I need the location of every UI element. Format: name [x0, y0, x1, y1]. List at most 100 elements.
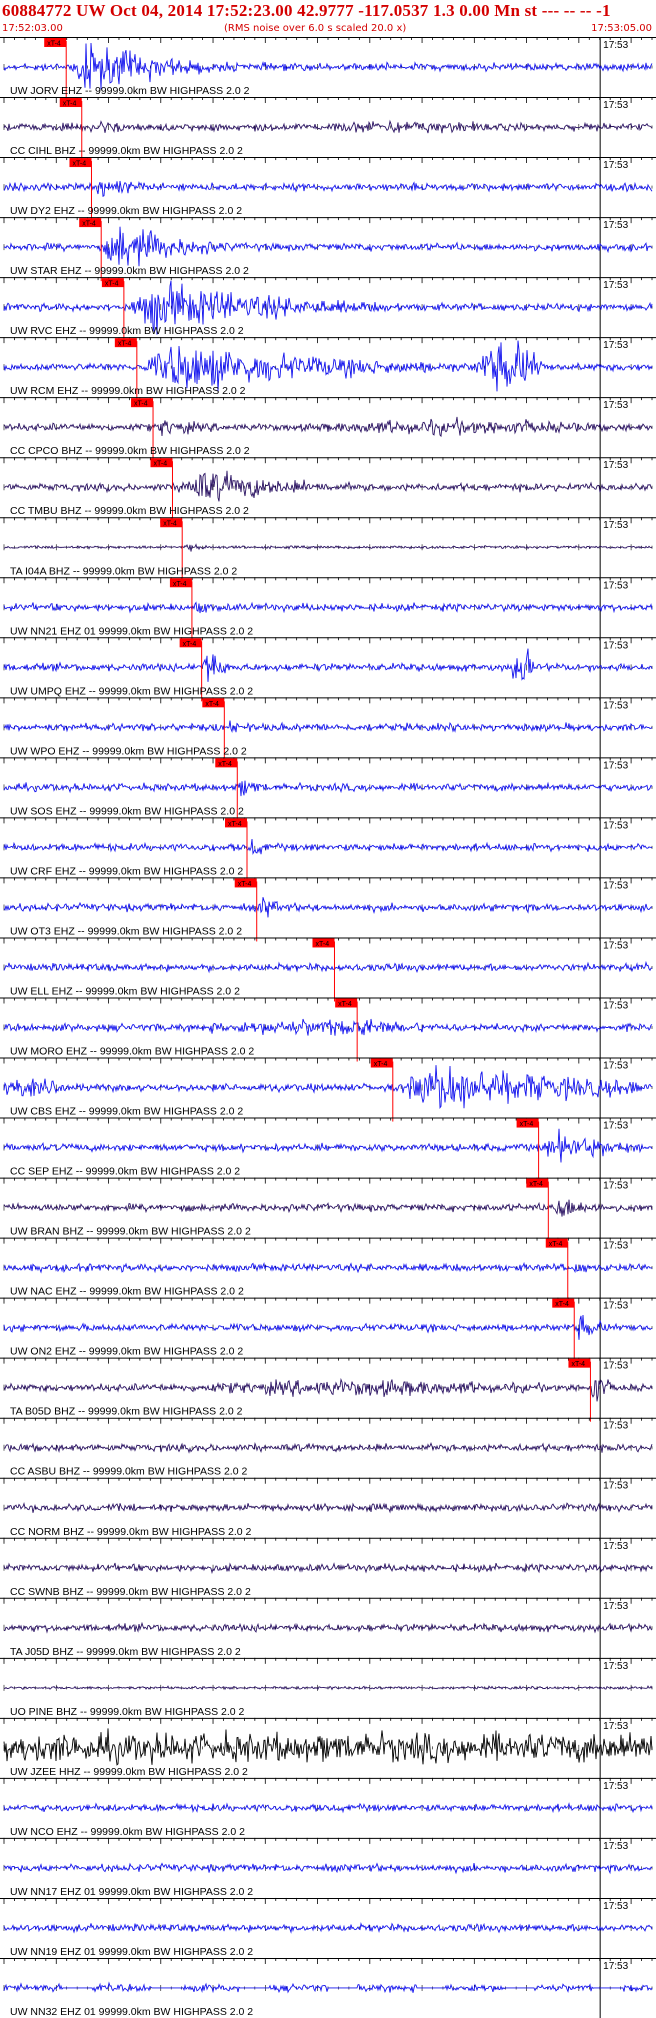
- minute-label: 17:53: [603, 100, 628, 111]
- station-label: UW OT3 EHZ -- 99999.0km BW HIGHPASS 2.0 …: [10, 925, 242, 937]
- minute-label: 17:53: [603, 940, 628, 951]
- trace-row: 17:53 xT-4 UW BRAN BHZ -- 99999.0km BW HIG…: [0, 1177, 656, 1242]
- station-label: UW NAC EHZ -- 99999.0km BW HIGHPASS 2.0 …: [10, 1286, 244, 1298]
- trace-row: 17:53 xT-4 UW MORO EHZ -- 99999.0km BW HIG…: [0, 997, 656, 1062]
- waveform: [3, 648, 653, 682]
- pick-label: xT-4: [315, 941, 329, 948]
- trace-row: 17:53 xT-4 TA B05D BHZ -- 99999.0km BW HIG…: [0, 1357, 656, 1422]
- pick-label: xT-4: [134, 401, 148, 408]
- pick-label: xT-4: [520, 1121, 534, 1128]
- pick-label: xT-4: [183, 641, 197, 648]
- minute-label: 17:53: [603, 1661, 628, 1672]
- trace-row: 17:53 xT-4 TA I04A BHZ -- 99999.0km BW HIG…: [0, 517, 656, 582]
- waveform: [3, 1377, 653, 1402]
- trace-row: 17:53 xT-4 UW OT3 EHZ -- 99999.0km BW HIGH…: [0, 877, 656, 942]
- trace-row: 17:53 xT-4 UW RVC EHZ -- 99999.0km BW HIGH…: [0, 277, 656, 342]
- minute-label: 17:53: [603, 1541, 628, 1552]
- start-time: 17:52:03.00: [2, 23, 63, 34]
- event-title: 60884772 UW Oct 04, 2014 17:52:23.00 42.…: [2, 1, 611, 20]
- station-label: CC SEP EHZ -- 99999.0km BW HIGHPASS 2.0 …: [10, 1166, 240, 1178]
- minute-label: 17:53: [603, 1781, 628, 1792]
- minute-label: 17:53: [603, 1721, 628, 1732]
- trace-row: 17:53 CC NORM BHZ -- 99999.0km BW HIGHPAS…: [0, 1477, 656, 1538]
- pick-label: xT-4: [205, 701, 219, 708]
- trace-row: 17:53 xT-4 UW RCM EHZ -- 99999.0km BW HIGH…: [0, 337, 656, 402]
- minute-label: 17:53: [603, 640, 628, 651]
- waveform: [3, 1802, 653, 1814]
- minute-label: 17:53: [603, 700, 628, 711]
- minute-label: 17:53: [603, 340, 628, 351]
- station-label: UW NN17 EHZ 01 99999.0km BW HIGHPASS 2.0…: [10, 1886, 253, 1898]
- pick-label: xT-4: [374, 1061, 388, 1068]
- station-label: UW MORO EHZ -- 99999.0km BW HIGHPASS 2.0…: [10, 1046, 254, 1058]
- pick-label: xT-4: [153, 461, 167, 468]
- station-label: UW SOS EHZ -- 99999.0km BW HIGHPASS 2.0 …: [10, 805, 244, 817]
- waveform: [3, 1981, 653, 1994]
- station-label: UW CRF EHZ -- 99999.0km BW HIGHPASS 2.0 …: [10, 865, 243, 877]
- station-label: UW RVC EHZ -- 99999.0km BW HIGHPASS 2.0 …: [10, 325, 244, 337]
- trace-row: 17:53 xT-4 CC CIHL BHZ -- 99999.0km BW HIG…: [0, 97, 656, 162]
- trace-row: 17:53 UW NCO EHZ -- 99999.0km BW HIGHPASS…: [0, 1777, 656, 1838]
- station-label: CC NORM BHZ -- 99999.0km BW HIGHPASS 2.0…: [10, 1526, 252, 1538]
- trace-row: 17:53 xT-4 UW CRF EHZ -- 99999.0km BW HIGH…: [0, 817, 656, 882]
- end-time: 17:53:05.00: [591, 23, 652, 34]
- waveform: [3, 897, 653, 918]
- station-label: UW BRAN BHZ -- 99999.0km BW HIGHPASS 2.0…: [10, 1226, 251, 1238]
- station-label: CC SWNB BHZ -- 99999.0km BW HIGHPASS 2.0…: [10, 1586, 251, 1598]
- trace-row: 17:53 xT-4 UW ON2 EHZ -- 99999.0km BW HIGH…: [0, 1297, 656, 1362]
- station-label: UO PINE BHZ -- 99999.0km BW HIGHPASS 2.0…: [10, 1706, 245, 1718]
- station-label: CC CIHL BHZ -- 99999.0km BW HIGHPASS 2.0…: [10, 145, 243, 157]
- minute-label: 17:53: [603, 280, 628, 291]
- pick-label: xT-4: [163, 521, 177, 528]
- station-label: UW NCO EHZ -- 99999.0km BW HIGHPASS 2.0 …: [10, 1826, 245, 1838]
- waveform: [3, 1128, 653, 1163]
- trace-row: 17:53 UO PINE BHZ -- 99999.0km BW HIGHPAS…: [0, 1657, 656, 1718]
- pick-label: xT-4: [238, 881, 252, 888]
- trace-row: 17:53 xT-4 UW CBS EHZ -- 99999.0km BW HIGH…: [0, 1057, 656, 1122]
- minute-label: 17:53: [603, 1421, 628, 1432]
- station-label: UW ON2 EHZ -- 99999.0km BW HIGHPASS 2.0 …: [10, 1346, 243, 1358]
- station-label: CC ASBU BHZ -- 99999.0km BW HIGHPASS 2.0…: [10, 1466, 247, 1478]
- trace-row: 17:53 xT-4 UW UMPQ EHZ -- 99999.0km BW HIG…: [0, 637, 656, 702]
- pick-label: xT-4: [63, 101, 77, 108]
- station-label: TA B05D BHZ -- 99999.0km BW HIGHPASS 2.0…: [10, 1406, 243, 1418]
- station-label: UW DY2 EHZ -- 99999.0km BW HIGHPASS 2.0 …: [10, 205, 242, 217]
- minute-label: 17:53: [603, 160, 628, 171]
- trace-row: 17:53 UW JZEE HHZ -- 99999.0km BW HIGHPAS…: [0, 1717, 656, 1778]
- minute-label: 17:53: [603, 40, 628, 51]
- minute-label: 17:53: [603, 760, 628, 771]
- minute-label: 17:53: [603, 1241, 628, 1252]
- station-label: TA I04A BHZ -- 99999.0km BW HIGHPASS 2.0…: [10, 565, 237, 577]
- minute-label: 17:53: [603, 520, 628, 531]
- pick-label: xT-4: [118, 341, 132, 348]
- station-label: UW CBS EHZ -- 99999.0km BW HIGHPASS 2.0 …: [10, 1106, 243, 1118]
- station-label: CC CPCO BHZ -- 99999.0km BW HIGHPASS 2.0…: [10, 445, 250, 457]
- station-label: TA J05D BHZ -- 99999.0km BW HIGHPASS 2.0…: [10, 1646, 241, 1658]
- trace-row: 17:53 xT-4 UW ELL EHZ -- 99999.0km BW HIGH…: [0, 937, 656, 1002]
- trace-row: 17:53 xT-4 UW DY2 EHZ -- 99999.0km BW HIGH…: [0, 157, 656, 222]
- minute-label: 17:53: [603, 1181, 628, 1192]
- station-label: UW JZEE HHZ -- 99999.0km BW HIGHPASS 2.0…: [10, 1766, 248, 1778]
- trace-row: 17:53 UW NN19 EHZ 01 99999.0km BW HIGHPAS…: [0, 1897, 656, 1958]
- station-label: UW NN21 EHZ 01 99999.0km BW HIGHPASS 2.0…: [10, 625, 253, 637]
- waveform: [3, 119, 653, 134]
- waveform: [3, 1562, 653, 1575]
- minute-label: 17:53: [603, 1481, 628, 1492]
- trace-row: 17:53 xT-4 CC CPCO BHZ -- 99999.0km BW HIG…: [0, 397, 656, 462]
- pick-label: xT-4: [47, 41, 61, 48]
- pick-label: xT-4: [555, 1301, 569, 1308]
- station-label: UW RCM EHZ -- 99999.0km BW HIGHPASS 2.0 …: [10, 385, 246, 397]
- minute-label: 17:53: [603, 1901, 628, 1912]
- trace-row: 17:53 xT-4 UW NAC EHZ -- 99999.0km BW HIGH…: [0, 1237, 656, 1302]
- minute-label: 17:53: [603, 580, 628, 591]
- trace-row: 17:53 TA J05D BHZ -- 99999.0km BW HIGHPAS…: [0, 1597, 656, 1658]
- minute-label: 17:53: [603, 1841, 628, 1852]
- minute-label: 17:53: [603, 1000, 628, 1011]
- minute-label: 17:53: [603, 880, 628, 891]
- trace-row: 17:53 UW NN32 EHZ 01 99999.0km BW HIGHPAS…: [0, 1957, 656, 2018]
- station-label: CC TMBU BHZ -- 99999.0km BW HIGHPASS 2.0…: [10, 505, 249, 517]
- trace-row: 17:53 xT-4 CC TMBU BHZ -- 99999.0km BW HIG…: [0, 457, 656, 522]
- rms-note: (RMS noise over 6.0 s scaled 20.0 x): [224, 23, 407, 34]
- minute-label: 17:53: [603, 1301, 628, 1312]
- minute-label: 17:53: [603, 1601, 628, 1612]
